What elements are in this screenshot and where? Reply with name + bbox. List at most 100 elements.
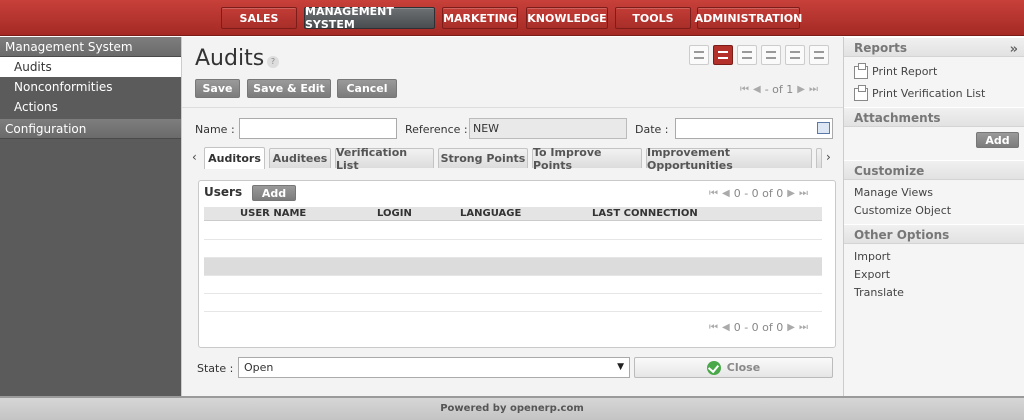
print-icon: [854, 84, 868, 101]
print-icon: [854, 62, 868, 79]
next-page-icon[interactable]: ▶: [787, 322, 795, 333]
first-page-icon[interactable]: ⏮: [709, 322, 718, 333]
footer-text[interactable]: Powered by openerp.com: [440, 403, 584, 414]
left-sidebar: Management System Audits Nonconformities…: [0, 37, 181, 396]
users-panel: Users Add ⏮ ◀ 0 - 0 of 0 ▶ ⏭ USER NAME L…: [198, 180, 836, 348]
users-panel-title: Users: [204, 185, 243, 199]
tab-scroll-left-icon[interactable]: ‹: [192, 150, 197, 164]
column-user-name[interactable]: USER NAME: [240, 208, 306, 219]
table-row: [204, 276, 822, 294]
previous-page-icon[interactable]: ◀: [722, 188, 730, 199]
customize-header: Customize: [844, 160, 1024, 180]
record-pager: ⏮ ◀ - of 1 ▶ ⏭: [740, 83, 818, 96]
close-button[interactable]: Close: [634, 357, 833, 378]
calendar-view-icon[interactable]: [761, 45, 781, 65]
list-view-icon[interactable]: [689, 45, 709, 65]
gantt-view-icon[interactable]: [785, 45, 805, 65]
manage-views-link[interactable]: Manage Views: [844, 184, 1024, 202]
sidebar-item-actions[interactable]: Actions: [0, 97, 181, 117]
help-icon[interactable]: ?: [267, 56, 279, 68]
pager-text: - of 1: [764, 83, 794, 96]
add-attachment-button[interactable]: Add: [976, 132, 1019, 148]
diagram-view-icon[interactable]: [809, 45, 829, 65]
users-pager-top: ⏮ ◀ 0 - 0 of 0 ▶ ⏭: [709, 187, 808, 200]
import-link[interactable]: Import: [844, 248, 1024, 266]
tab-strong-points[interactable]: Strong Points: [438, 148, 528, 168]
users-pager-text: 0 - 0 of 0: [733, 321, 784, 334]
reference-label: Reference :: [405, 123, 468, 136]
column-language[interactable]: LANGUAGE: [460, 208, 521, 219]
print-report-link[interactable]: Print Report: [844, 62, 1024, 81]
customize-object-link[interactable]: Customize Object: [844, 202, 1024, 220]
menu-sales[interactable]: SALES: [221, 7, 297, 29]
name-label: Name :: [195, 123, 235, 136]
form-separator: [182, 107, 844, 108]
sidebar-section-management-system[interactable]: Management System: [0, 37, 181, 57]
first-record-icon[interactable]: ⏮: [740, 84, 749, 95]
users-pager-bottom: ⏮ ◀ 0 - 0 of 0 ▶ ⏭: [709, 321, 808, 334]
tab-verification-list[interactable]: Verification List: [335, 146, 434, 172]
sidebar-item-audits[interactable]: Audits: [0, 57, 181, 77]
table-row: [204, 294, 822, 312]
tab-auditors[interactable]: Auditors: [204, 147, 265, 169]
first-page-icon[interactable]: ⏮: [709, 188, 718, 199]
next-page-icon[interactable]: ▶: [787, 188, 795, 199]
tab-auditees[interactable]: Auditees: [269, 148, 331, 168]
attachments-header: Attachments: [844, 107, 1024, 127]
print-verification-list-link[interactable]: Print Verification List: [844, 84, 1024, 103]
translate-link[interactable]: Translate: [844, 284, 1024, 302]
previous-page-icon[interactable]: ◀: [722, 322, 730, 333]
tab-scroll-right-icon[interactable]: ›: [826, 150, 831, 164]
cancel-button[interactable]: Cancel: [337, 79, 397, 98]
main-content: Audits ? Save Save & Edit Cancel ⏮ ◀ - o…: [181, 37, 844, 396]
tab-overflow[interactable]: [816, 148, 822, 168]
save-button[interactable]: Save: [195, 79, 240, 98]
column-login[interactable]: LOGIN: [377, 208, 412, 219]
page-title: Audits: [195, 46, 265, 71]
state-select[interactable]: Open ▼: [238, 357, 630, 378]
sidebar-item-nonconformities[interactable]: Nonconformities: [0, 77, 181, 97]
reports-title: Reports: [854, 41, 908, 55]
menu-tools[interactable]: TOOLS: [615, 7, 691, 29]
reports-header: Reports »: [844, 37, 1024, 57]
users-grid-header: USER NAME LOGIN LANGUAGE LAST CONNECTION: [204, 207, 822, 221]
reference-field: NEW: [469, 118, 627, 139]
last-page-icon[interactable]: ⏭: [799, 188, 808, 199]
print-report-label: Print Report: [872, 65, 938, 78]
state-value: Open: [244, 361, 274, 374]
form-view-icon[interactable]: [713, 45, 733, 65]
state-label: State :: [197, 362, 234, 375]
menu-marketing[interactable]: MARKETING: [442, 7, 518, 29]
menu-administration[interactable]: ADMINISTRATION: [695, 7, 802, 29]
other-options-header: Other Options: [844, 224, 1024, 244]
graph-view-icon[interactable]: [737, 45, 757, 65]
menu-management-system[interactable]: MANAGEMENT SYSTEM: [304, 5, 435, 31]
footer: Powered by openerp.com: [0, 396, 1024, 420]
tab-bar: ‹ Auditors Auditees Verification List St…: [188, 146, 836, 172]
previous-record-icon[interactable]: ◀: [753, 84, 761, 95]
add-user-button[interactable]: Add: [252, 185, 296, 201]
top-menu-bar: SALES MANAGEMENT SYSTEM MARKETING KNOWLE…: [0, 0, 1024, 36]
calendar-icon[interactable]: [817, 122, 830, 134]
attachments-body: Add: [844, 127, 1024, 154]
users-pager-text: 0 - 0 of 0: [733, 187, 784, 200]
tab-improvement-opportunities[interactable]: Improvement Opportunities: [646, 146, 812, 172]
table-row: [204, 240, 822, 258]
last-page-icon[interactable]: ⏭: [799, 322, 808, 333]
table-row: [204, 258, 822, 276]
column-last-connection[interactable]: LAST CONNECTION: [592, 208, 698, 219]
next-record-icon[interactable]: ▶: [797, 84, 805, 95]
sidebar-section-configuration[interactable]: Configuration: [0, 119, 181, 139]
date-field[interactable]: [675, 118, 833, 139]
table-row: [204, 222, 822, 240]
save-edit-button[interactable]: Save & Edit: [247, 79, 331, 98]
close-check-icon: [706, 360, 721, 375]
tab-to-improve-points[interactable]: To Improve Points: [532, 146, 642, 172]
export-link[interactable]: Export: [844, 266, 1024, 284]
date-label: Date :: [635, 123, 669, 136]
close-button-label: Close: [726, 361, 761, 374]
collapse-sidebar-icon[interactable]: »: [1010, 40, 1018, 60]
last-record-icon[interactable]: ⏭: [809, 84, 818, 95]
menu-knowledge[interactable]: KNOWLEDGE: [526, 7, 608, 29]
name-field[interactable]: [239, 118, 397, 139]
